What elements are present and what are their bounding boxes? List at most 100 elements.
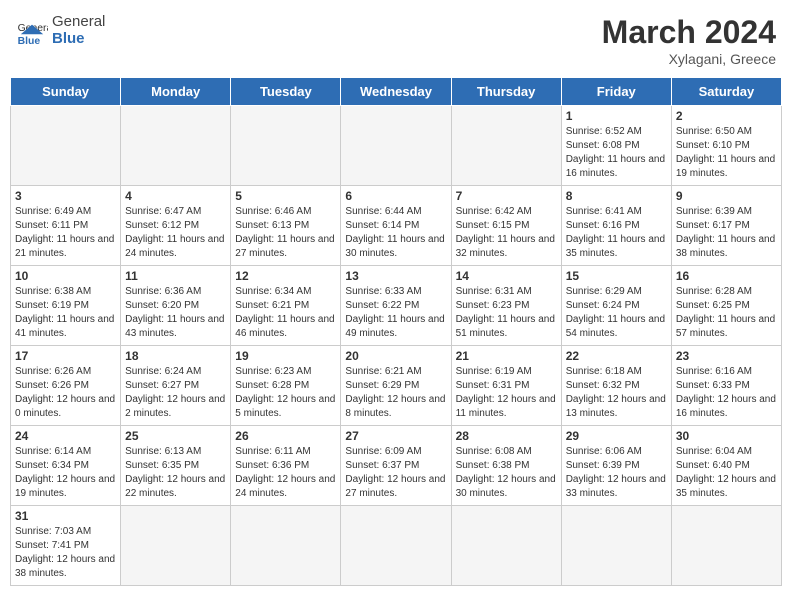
- calendar-table: SundayMondayTuesdayWednesdayThursdayFrid…: [10, 77, 782, 586]
- calendar-cell: 3 Sunrise: 6:49 AM Sunset: 6:11 PM Daylig…: [11, 186, 121, 266]
- calendar-cell: [231, 106, 341, 186]
- cell-info: Sunrise: 6:34 AM Sunset: 6:21 PM Dayligh…: [235, 285, 336, 341]
- date-number: 29: [566, 429, 667, 443]
- calendar-cell: 18Sunrise: 6:24 AM Sunset: 6:27 PM Dayli…: [121, 346, 231, 426]
- cell-info: Sunrise: 7:03 AM Sunset: 7:41 PM Dayligh…: [15, 525, 116, 581]
- day-header-saturday: Saturday: [671, 78, 781, 106]
- day-header-wednesday: Wednesday: [341, 78, 451, 106]
- calendar-cell: 2 Sunrise: 6:50 AM Sunset: 6:10 PM Daylig…: [671, 106, 781, 186]
- date-number: 24: [15, 429, 116, 443]
- week-row-4: 24 Sunrise: 6:14 AM Sunset: 6:34 PM Dayli…: [11, 426, 782, 506]
- cell-info: Sunrise: 6:41 AM Sunset: 6:16 PM Dayligh…: [566, 205, 667, 261]
- cell-info: Sunrise: 6:23 AM Sunset: 6:28 PM Dayligh…: [235, 365, 336, 421]
- calendar-cell: 5Sunrise: 6:46 AM Sunset: 6:13 PM Daylig…: [231, 186, 341, 266]
- date-number: 5: [235, 189, 336, 203]
- calendar-cell: 24 Sunrise: 6:14 AM Sunset: 6:34 PM Dayli…: [11, 426, 121, 506]
- calendar-cell: 21 Sunrise: 6:19 AM Sunset: 6:31 PM Dayli…: [451, 346, 561, 426]
- date-number: 9: [676, 189, 777, 203]
- calendar-cell: [231, 506, 341, 586]
- logo-general-text: General: [52, 14, 105, 31]
- week-row-1: 3 Sunrise: 6:49 AM Sunset: 6:11 PM Daylig…: [11, 186, 782, 266]
- cell-info: Sunrise: 6:11 AM Sunset: 6:36 PM Dayligh…: [235, 445, 336, 501]
- date-number: 4: [125, 189, 226, 203]
- calendar-cell: 4 Sunrise: 6:47 AM Sunset: 6:12 PM Daylig…: [121, 186, 231, 266]
- day-header-monday: Monday: [121, 78, 231, 106]
- cell-info: Sunrise: 6:36 AM Sunset: 6:20 PM Dayligh…: [125, 285, 226, 341]
- calendar-cell: 14Sunrise: 6:31 AM Sunset: 6:23 PM Dayli…: [451, 266, 561, 346]
- date-number: 17: [15, 349, 116, 363]
- date-number: 13: [345, 269, 446, 283]
- cell-info: Sunrise: 6:14 AM Sunset: 6:34 PM Dayligh…: [15, 445, 116, 501]
- calendar-cell: [341, 506, 451, 586]
- cell-info: Sunrise: 6:19 AM Sunset: 6:31 PM Dayligh…: [456, 365, 557, 421]
- calendar-cell: 11Sunrise: 6:36 AM Sunset: 6:20 PM Dayli…: [121, 266, 231, 346]
- cell-info: Sunrise: 6:13 AM Sunset: 6:35 PM Dayligh…: [125, 445, 226, 501]
- logo-icon: General Blue: [16, 15, 48, 47]
- calendar-cell: 9 Sunrise: 6:39 AM Sunset: 6:17 PM Daylig…: [671, 186, 781, 266]
- date-number: 2: [676, 109, 777, 123]
- calendar-cell: 6Sunrise: 6:44 AM Sunset: 6:14 PM Daylig…: [341, 186, 451, 266]
- date-number: 30: [676, 429, 777, 443]
- calendar-cell: 1 Sunrise: 6:52 AM Sunset: 6:08 PM Daylig…: [561, 106, 671, 186]
- calendar-cell: [451, 506, 561, 586]
- calendar-cell: [11, 106, 121, 186]
- date-number: 7: [456, 189, 557, 203]
- cell-info: Sunrise: 6:18 AM Sunset: 6:32 PM Dayligh…: [566, 365, 667, 421]
- calendar-cell: 7 Sunrise: 6:42 AM Sunset: 6:15 PM Daylig…: [451, 186, 561, 266]
- calendar-cell: [121, 506, 231, 586]
- date-number: 8: [566, 189, 667, 203]
- logo: General Blue General Blue: [16, 14, 105, 47]
- cell-info: Sunrise: 6:31 AM Sunset: 6:23 PM Dayligh…: [456, 285, 557, 341]
- calendar-cell: 19Sunrise: 6:23 AM Sunset: 6:28 PM Dayli…: [231, 346, 341, 426]
- svg-text:Blue: Blue: [18, 35, 41, 46]
- date-number: 10: [15, 269, 116, 283]
- date-number: 3: [15, 189, 116, 203]
- cell-info: Sunrise: 6:33 AM Sunset: 6:22 PM Dayligh…: [345, 285, 446, 341]
- calendar-cell: [121, 106, 231, 186]
- calendar-cell: [561, 506, 671, 586]
- cell-info: Sunrise: 6:28 AM Sunset: 6:25 PM Dayligh…: [676, 285, 777, 341]
- calendar-cell: 12 Sunrise: 6:34 AM Sunset: 6:21 PM Dayli…: [231, 266, 341, 346]
- calendar-cell: 8 Sunrise: 6:41 AM Sunset: 6:16 PM Daylig…: [561, 186, 671, 266]
- calendar-cell: 10Sunrise: 6:38 AM Sunset: 6:19 PM Dayli…: [11, 266, 121, 346]
- date-number: 21: [456, 349, 557, 363]
- cell-info: Sunrise: 6:29 AM Sunset: 6:24 PM Dayligh…: [566, 285, 667, 341]
- cell-info: Sunrise: 6:49 AM Sunset: 6:11 PM Dayligh…: [15, 205, 116, 261]
- cell-info: Sunrise: 6:52 AM Sunset: 6:08 PM Dayligh…: [566, 125, 667, 181]
- calendar-cell: 23Sunrise: 6:16 AM Sunset: 6:33 PM Dayli…: [671, 346, 781, 426]
- cell-info: Sunrise: 6:42 AM Sunset: 6:15 PM Dayligh…: [456, 205, 557, 261]
- calendar-cell: 30Sunrise: 6:04 AM Sunset: 6:40 PM Dayli…: [671, 426, 781, 506]
- calendar-cell: 13 Sunrise: 6:33 AM Sunset: 6:22 PM Dayli…: [341, 266, 451, 346]
- cell-info: Sunrise: 6:16 AM Sunset: 6:33 PM Dayligh…: [676, 365, 777, 421]
- date-number: 16: [676, 269, 777, 283]
- date-number: 18: [125, 349, 226, 363]
- date-number: 27: [345, 429, 446, 443]
- cell-info: Sunrise: 6:06 AM Sunset: 6:39 PM Dayligh…: [566, 445, 667, 501]
- day-header-row: SundayMondayTuesdayWednesdayThursdayFrid…: [11, 78, 782, 106]
- title-area: March 2024 Xylagani, Greece: [602, 14, 776, 67]
- cell-info: Sunrise: 6:50 AM Sunset: 6:10 PM Dayligh…: [676, 125, 777, 181]
- date-number: 31: [15, 509, 116, 523]
- day-header-friday: Friday: [561, 78, 671, 106]
- day-header-tuesday: Tuesday: [231, 78, 341, 106]
- date-number: 6: [345, 189, 446, 203]
- calendar-cell: 22Sunrise: 6:18 AM Sunset: 6:32 PM Dayli…: [561, 346, 671, 426]
- date-number: 25: [125, 429, 226, 443]
- calendar-cell: 27 Sunrise: 6:09 AM Sunset: 6:37 PM Dayli…: [341, 426, 451, 506]
- date-number: 12: [235, 269, 336, 283]
- calendar-cell: 31 Sunrise: 7:03 AM Sunset: 7:41 PM Dayli…: [11, 506, 121, 586]
- week-row-5: 31 Sunrise: 7:03 AM Sunset: 7:41 PM Dayli…: [11, 506, 782, 586]
- calendar-cell: 17Sunrise: 6:26 AM Sunset: 6:26 PM Dayli…: [11, 346, 121, 426]
- calendar-cell: [341, 106, 451, 186]
- date-number: 1: [566, 109, 667, 123]
- cell-info: Sunrise: 6:09 AM Sunset: 6:37 PM Dayligh…: [345, 445, 446, 501]
- date-number: 28: [456, 429, 557, 443]
- cell-info: Sunrise: 6:39 AM Sunset: 6:17 PM Dayligh…: [676, 205, 777, 261]
- date-number: 26: [235, 429, 336, 443]
- calendar-cell: 26 Sunrise: 6:11 AM Sunset: 6:36 PM Dayli…: [231, 426, 341, 506]
- calendar-cell: 29 Sunrise: 6:06 AM Sunset: 6:39 PM Dayli…: [561, 426, 671, 506]
- calendar-cell: 28Sunrise: 6:08 AM Sunset: 6:38 PM Dayli…: [451, 426, 561, 506]
- cell-info: Sunrise: 6:21 AM Sunset: 6:29 PM Dayligh…: [345, 365, 446, 421]
- cell-info: Sunrise: 6:47 AM Sunset: 6:12 PM Dayligh…: [125, 205, 226, 261]
- logo-blue-text: Blue: [52, 31, 105, 48]
